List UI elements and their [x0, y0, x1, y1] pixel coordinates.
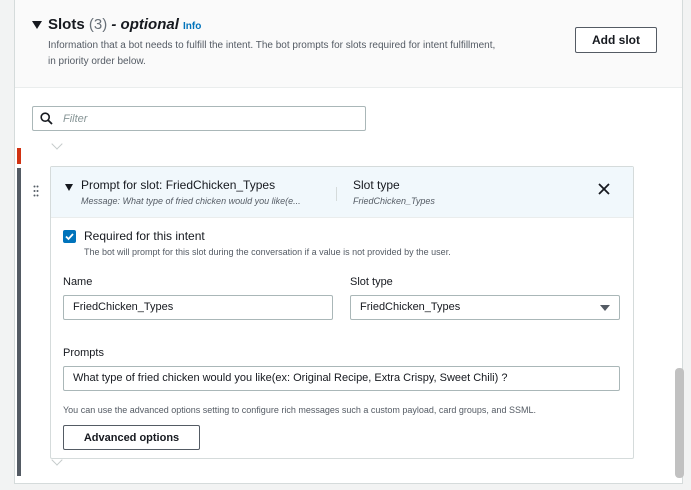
- caret-down-icon[interactable]: [65, 184, 73, 191]
- caret-down-icon: [600, 305, 610, 311]
- close-icon[interactable]: [596, 181, 612, 197]
- slots-optional: - optional: [111, 16, 179, 33]
- info-link[interactable]: Info: [183, 21, 201, 32]
- slot-card-header[interactable]: Prompt for slot: FriedChicken_Types Mess…: [51, 167, 633, 218]
- prompts-input[interactable]: What type of fried chicken would you lik…: [63, 366, 620, 391]
- filter-field[interactable]: [32, 106, 366, 131]
- advanced-options-text: You can use the advanced options setting…: [63, 405, 536, 415]
- slots-description: Information that a bot needs to fulfill …: [48, 40, 496, 67]
- slots-count: (3): [88, 16, 108, 33]
- search-icon: [40, 112, 53, 125]
- check-icon: [65, 233, 74, 241]
- prompts-label: Prompts: [63, 347, 104, 359]
- header-slot-type-label: Slot type: [353, 178, 400, 192]
- slots-panel: Slots (3) - optional Info Information th…: [14, 0, 684, 484]
- scrollbar-thumb[interactable]: [675, 368, 684, 478]
- slot-card: Prompt for slot: FriedChicken_Types Mess…: [50, 166, 634, 459]
- header-divider: [336, 187, 337, 201]
- filter-input[interactable]: [61, 110, 351, 127]
- drag-handle-icon[interactable]: [33, 185, 39, 197]
- collapse-caret-icon[interactable]: [32, 21, 42, 29]
- prompt-title: Prompt for slot: FriedChicken_Types: [81, 178, 276, 192]
- add-slot-button[interactable]: Add slot: [575, 27, 657, 53]
- header-slot-type-value: FriedChicken_Types: [353, 196, 435, 206]
- required-description: The bot will prompt for this slot during…: [84, 247, 451, 257]
- error-indicator-bar: [17, 148, 21, 164]
- required-label: Required for this intent: [84, 229, 205, 243]
- slots-title-text: Slots: [48, 16, 85, 33]
- slot-selection-bar: [17, 168, 21, 476]
- slot-type-select[interactable]: FriedChicken_Types: [350, 295, 620, 320]
- name-input[interactable]: FriedChicken_Types: [63, 295, 333, 320]
- slot-type-label: Slot type: [350, 276, 393, 288]
- advanced-options-button[interactable]: Advanced options: [63, 425, 200, 450]
- prompt-message-preview: Message: What type of fried chicken woul…: [81, 196, 301, 206]
- divider-notch: [51, 138, 63, 150]
- slot-type-selected: FriedChicken_Types: [360, 301, 461, 313]
- slot-item: Prompt for slot: FriedChicken_Types Mess…: [17, 166, 667, 476]
- slots-header: Slots (3) - optional Info Information th…: [15, 0, 682, 88]
- slots-title: Slots (3) - optional: [48, 16, 179, 33]
- name-label: Name: [63, 276, 93, 288]
- required-checkbox[interactable]: [63, 230, 76, 243]
